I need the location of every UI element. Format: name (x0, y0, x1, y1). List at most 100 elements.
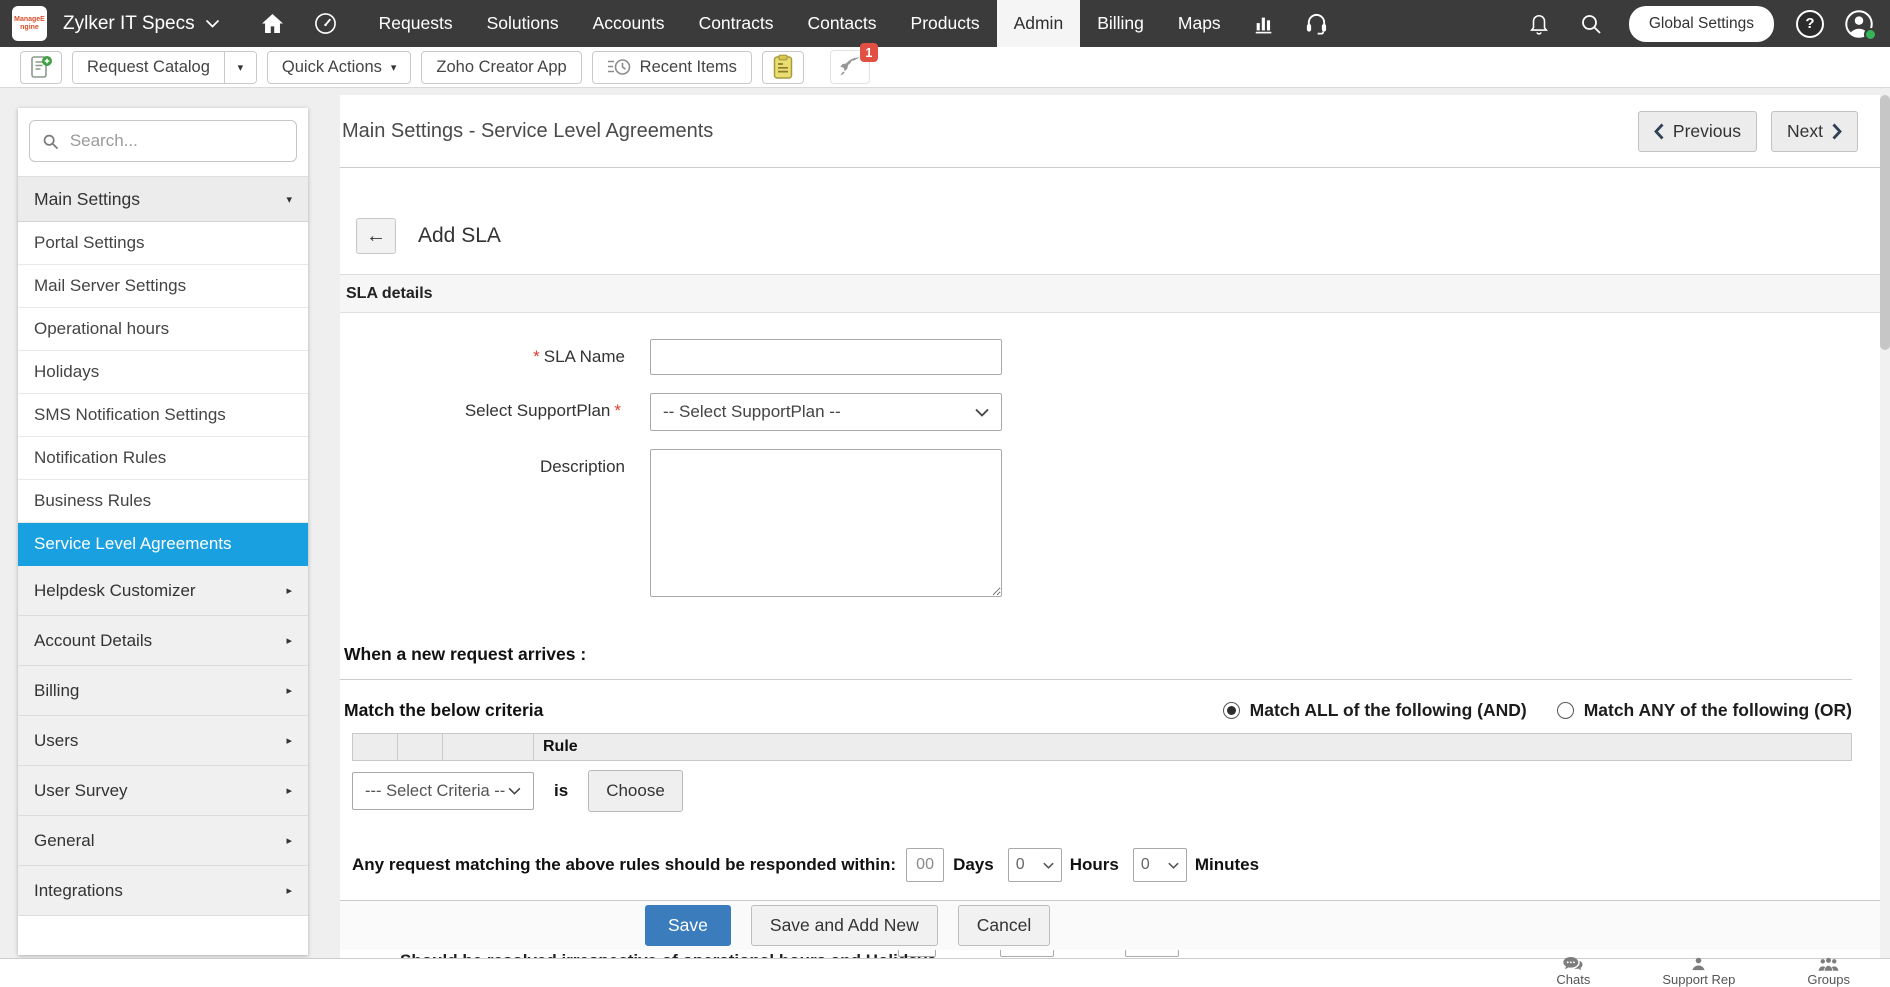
support-rep-button[interactable]: Support Rep (1662, 957, 1735, 986)
notifications-bell-icon[interactable] (1513, 0, 1565, 47)
sidebar-item-notification-rules[interactable]: Notification Rules (18, 437, 308, 480)
clipped-checkbox-row: Should be resolved irrespective of opera… (400, 951, 937, 958)
home-icon[interactable] (246, 0, 299, 47)
previous-button[interactable]: Previous (1638, 111, 1757, 152)
chevron-right-icon (1832, 123, 1842, 140)
when-new-request-heading: When a new request arrives : (340, 620, 1880, 679)
person-icon (1691, 957, 1706, 972)
respond-minutes-select[interactable]: 0 (1133, 848, 1187, 882)
nav-admin[interactable]: Admin (997, 0, 1081, 47)
vertical-scrollbar[interactable] (1880, 95, 1890, 958)
sidebar-item-mail-server-settings[interactable]: Mail Server Settings (18, 265, 308, 308)
form-action-bar: Save Save and Add New Cancel (340, 900, 1880, 950)
user-avatar[interactable] (1844, 9, 1874, 39)
sidebar-group-user-survey[interactable]: User Survey▸ (18, 766, 308, 816)
match-all-radio[interactable] (1223, 702, 1240, 719)
quick-actions-button[interactable]: Quick Actions ▾ (267, 51, 412, 84)
recent-items-button[interactable]: Recent Items (592, 51, 752, 84)
form-title: Add SLA (418, 224, 501, 248)
quick-access-bar: Chats Support Rep Groups (0, 958, 1890, 987)
sidebar-item-service-level-agreements[interactable]: Service Level Agreements (18, 523, 308, 566)
match-any-radio[interactable] (1557, 702, 1574, 719)
sidebar-group-account-details[interactable]: Account Details▸ (18, 616, 308, 666)
whats-new-button[interactable]: 1 (830, 50, 870, 84)
tasks-clipboard-button[interactable] (762, 51, 804, 84)
primary-nav: Requests Solutions Accounts Contracts Co… (362, 0, 1238, 47)
respond-hours-select[interactable]: 0 (1008, 848, 1062, 882)
chevron-right-icon: ▸ (286, 784, 292, 797)
dashboard-icon[interactable] (299, 0, 352, 47)
sidebar-item-sms-notification-settings[interactable]: SMS Notification Settings (18, 394, 308, 437)
chevron-right-icon: ▸ (286, 584, 292, 597)
chevron-right-icon: ▸ (286, 884, 292, 897)
chevron-down-icon (975, 408, 989, 417)
recent-clock-icon (607, 57, 631, 77)
group-label: Billing (34, 681, 79, 701)
sidebar-group-billing[interactable]: Billing▸ (18, 666, 308, 716)
org-switcher[interactable]: Zylker IT Specs (63, 13, 220, 35)
manageengine-logo[interactable]: ManageEngine (12, 6, 47, 41)
sidebar-item-portal-settings[interactable]: Portal Settings (18, 222, 308, 265)
global-settings-button[interactable]: Global Settings (1629, 6, 1774, 42)
chat-bubbles-icon (1561, 957, 1585, 972)
sidebar-search (29, 120, 297, 162)
pager: Previous Next (1638, 111, 1858, 152)
sidebar-group-integrations[interactable]: Integrations▸ (18, 866, 308, 916)
rocket-icon (837, 54, 863, 80)
search-icon[interactable] (1565, 0, 1617, 47)
scrollbar-thumb[interactable] (1880, 95, 1890, 350)
sidebar-item-operational-hours[interactable]: Operational hours (18, 308, 308, 351)
nav-products[interactable]: Products (894, 0, 997, 47)
nav-billing[interactable]: Billing (1080, 0, 1161, 47)
rule-col-empty-1 (352, 733, 398, 761)
sla-name-input[interactable] (650, 339, 1002, 375)
nav-accounts[interactable]: Accounts (576, 0, 682, 47)
nav-contacts[interactable]: Contacts (790, 0, 893, 47)
match-all-label: Match ALL of the following (AND) (1250, 700, 1527, 721)
next-button[interactable]: Next (1771, 111, 1858, 152)
nav-solutions[interactable]: Solutions (470, 0, 576, 47)
nav-maps[interactable]: Maps (1161, 0, 1238, 47)
reports-chart-icon[interactable] (1238, 0, 1290, 47)
respond-days-input[interactable] (906, 848, 944, 882)
main-content: Main Settings - Service Level Agreements… (340, 95, 1880, 958)
respond-within-label: Any request matching the above rules sho… (352, 855, 896, 875)
group-label: Helpdesk Customizer (34, 581, 196, 601)
nav-requests[interactable]: Requests (362, 0, 470, 47)
recent-items-label: Recent Items (640, 58, 737, 77)
headset-icon[interactable] (1290, 0, 1343, 47)
cancel-button[interactable]: Cancel (958, 905, 1050, 946)
sidebar-group-users[interactable]: Users▸ (18, 716, 308, 766)
page-title: Main Settings - Service Level Agreements (342, 120, 713, 143)
back-button[interactable]: ← (356, 218, 396, 254)
description-textarea[interactable] (650, 449, 1002, 597)
nav-contracts[interactable]: Contracts (682, 0, 791, 47)
secondary-toolbar: Request Catalog ▾ Quick Actions ▾ Zoho C… (0, 47, 1890, 88)
sidebar-item-business-rules[interactable]: Business Rules (18, 480, 308, 523)
criteria-select[interactable]: --- Select Criteria -- (352, 772, 534, 810)
save-button[interactable]: Save (645, 905, 731, 946)
sla-name-label: *SLA Name (340, 339, 625, 375)
add-request-button[interactable] (20, 51, 62, 84)
request-catalog-dropdown-arrow[interactable]: ▾ (224, 52, 256, 83)
chevron-down-icon: ▾ (286, 193, 292, 206)
support-plan-select[interactable]: -- Select SupportPlan -- (650, 393, 1002, 431)
choose-button[interactable]: Choose (588, 770, 683, 812)
sidebar-group-general[interactable]: General▸ (18, 816, 308, 866)
help-icon[interactable]: ? (1796, 10, 1824, 38)
sidebar-section-main-settings[interactable]: Main Settings ▾ (18, 176, 308, 222)
save-and-add-new-button[interactable]: Save and Add New (751, 905, 938, 946)
groups-button[interactable]: Groups (1807, 957, 1850, 986)
chevron-right-icon: ▸ (286, 634, 292, 647)
quick-actions-label: Quick Actions (282, 58, 382, 77)
sidebar-item-holidays[interactable]: Holidays (18, 351, 308, 394)
chats-button[interactable]: Chats (1556, 957, 1590, 986)
sidebar-group-helpdesk-customizer[interactable]: Helpdesk Customizer ▸ (18, 566, 308, 616)
caret-down-icon: ▾ (391, 61, 397, 74)
clipboard-icon (771, 54, 795, 80)
zoho-creator-app-button[interactable]: Zoho Creator App (421, 51, 581, 84)
description-row: Description (340, 449, 1880, 602)
groups-label: Groups (1807, 973, 1850, 986)
request-catalog-button[interactable]: Request Catalog (73, 52, 224, 83)
sidebar-search-input[interactable] (70, 131, 284, 151)
